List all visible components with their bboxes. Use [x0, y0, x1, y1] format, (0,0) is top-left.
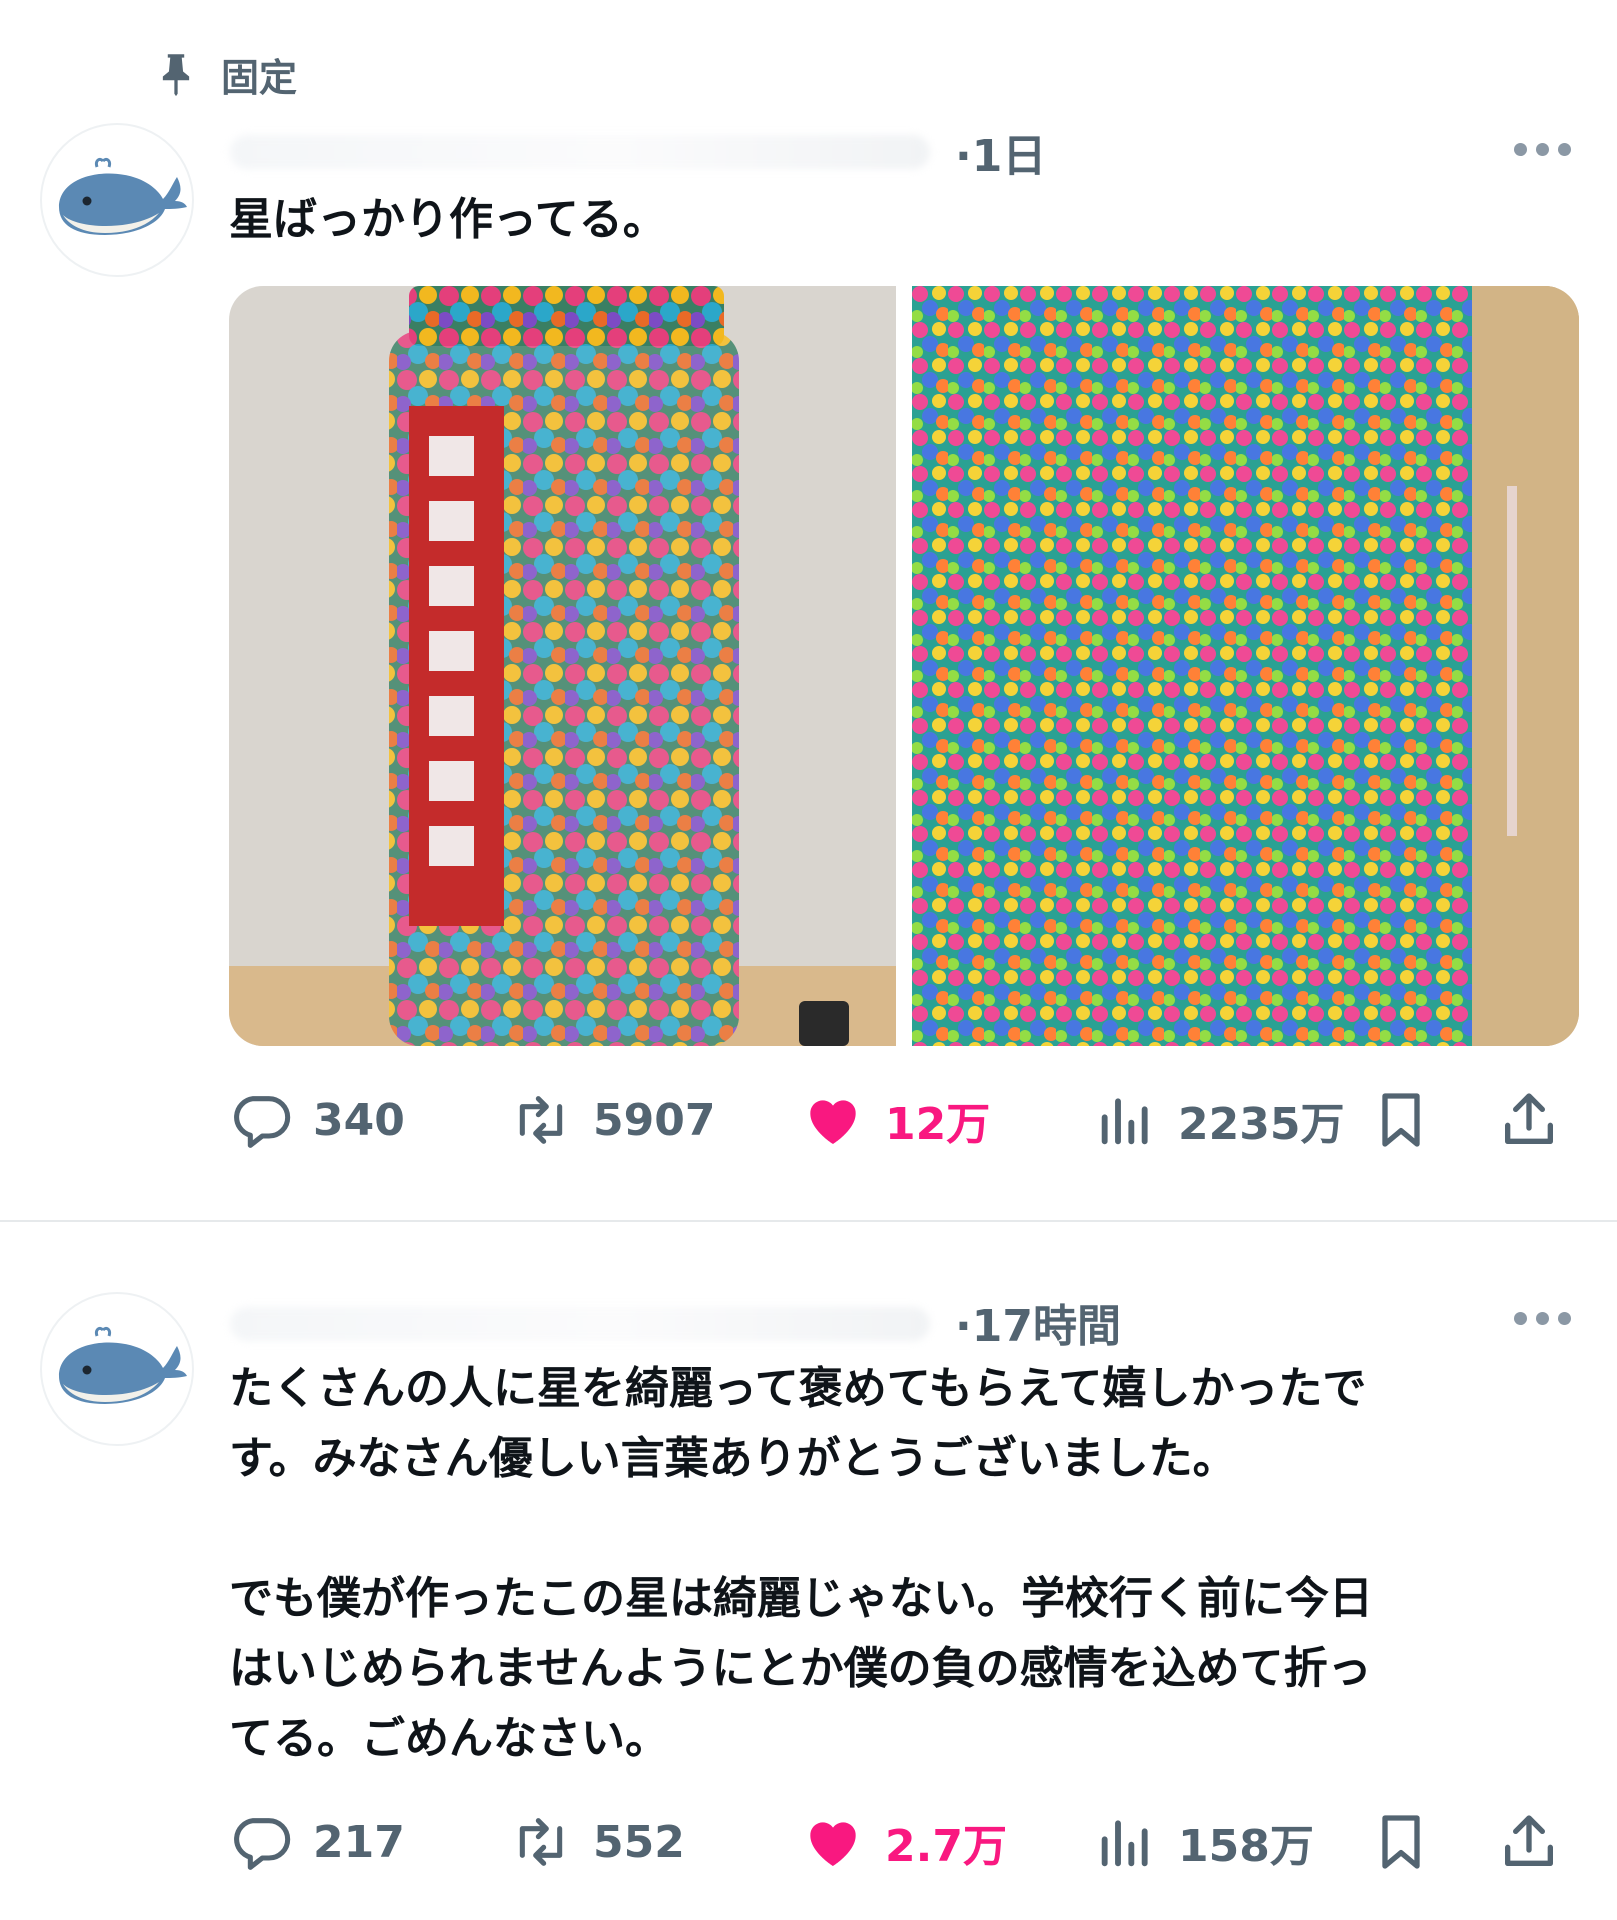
like-button[interactable]: 2.7万 — [801, 1807, 1007, 1877]
share-button[interactable] — [1497, 1085, 1561, 1155]
bookmark-button[interactable] — [1369, 1807, 1433, 1877]
like-button[interactable]: 12万 — [801, 1085, 990, 1155]
display-name[interactable] — [230, 1307, 930, 1341]
tweet-text: たくさんの人に星を綺麗って褒めてもらえて嬉しかったで す。みなさん優しい言葉あり… — [229, 1363, 1373, 1764]
reply-icon — [234, 1096, 291, 1148]
retweet-button[interactable]: 5907 — [509, 1085, 715, 1155]
views-icon — [1101, 1098, 1148, 1145]
like-count: 12万 — [885, 1099, 991, 1150]
photo-star-jar[interactable] — [229, 286, 896, 1046]
media-grid[interactable] — [229, 286, 1579, 1046]
action-bar: 217 552 2.7万 158万 — [229, 1807, 1569, 1877]
pinned-label: 固定 — [221, 55, 298, 100]
bookmark-icon — [1382, 1093, 1420, 1147]
reply-button[interactable]: 217 — [229, 1807, 405, 1877]
avatar[interactable] — [40, 123, 194, 277]
bookmark-icon — [1382, 1815, 1420, 1869]
share-icon — [1505, 1815, 1553, 1866]
pin-icon — [162, 54, 190, 97]
like-count: 2.7万 — [885, 1821, 1007, 1872]
tweet-divider — [0, 1220, 1617, 1222]
views-icon — [1101, 1820, 1148, 1867]
retweet-icon — [519, 1096, 563, 1144]
views-button[interactable]: 2235万 — [1094, 1085, 1344, 1155]
display-name[interactable] — [230, 135, 930, 169]
heart-icon — [810, 1100, 856, 1144]
reply-button[interactable]: 340 — [229, 1085, 405, 1155]
views-count: 158万 — [1178, 1821, 1314, 1872]
action-bar: 340 5907 12万 2235万 — [229, 1085, 1569, 1155]
share-button[interactable] — [1497, 1807, 1561, 1877]
whale-avatar-icon — [59, 1326, 187, 1404]
whale-avatar-icon — [59, 157, 187, 235]
heart-icon — [810, 1822, 856, 1866]
tweet-text: 星ばっかり作ってる。 — [229, 194, 667, 245]
bookmark-button[interactable] — [1369, 1085, 1433, 1155]
reply-count: 217 — [313, 1816, 405, 1868]
pinned-indicator: 固定 — [155, 44, 297, 104]
timestamp[interactable]: ·17時間 — [955, 1290, 1121, 1354]
share-icon — [1505, 1093, 1553, 1144]
retweet-count: 552 — [593, 1816, 685, 1868]
reply-icon — [234, 1818, 291, 1870]
views-count: 2235万 — [1178, 1099, 1345, 1150]
retweet-icon — [519, 1818, 563, 1866]
tweet[interactable]: ·1日 星ばっかり作ってる。 340 5907 12万 2235万 — [0, 115, 1617, 1215]
avatar[interactable] — [40, 1292, 194, 1446]
retweet-button[interactable]: 552 — [509, 1807, 685, 1877]
tweet[interactable]: ·17時間 たくさんの人に星を綺麗って褒めてもらえて嬉しかったで す。みなさん優… — [0, 1232, 1617, 1920]
more-icon[interactable] — [1514, 1312, 1572, 1326]
reply-count: 340 — [313, 1094, 405, 1146]
timestamp[interactable]: ·1日 — [955, 120, 1046, 184]
more-icon[interactable] — [1514, 143, 1572, 157]
retweet-count: 5907 — [593, 1094, 716, 1146]
views-button[interactable]: 158万 — [1094, 1807, 1314, 1877]
photo-star-box[interactable] — [912, 286, 1579, 1046]
